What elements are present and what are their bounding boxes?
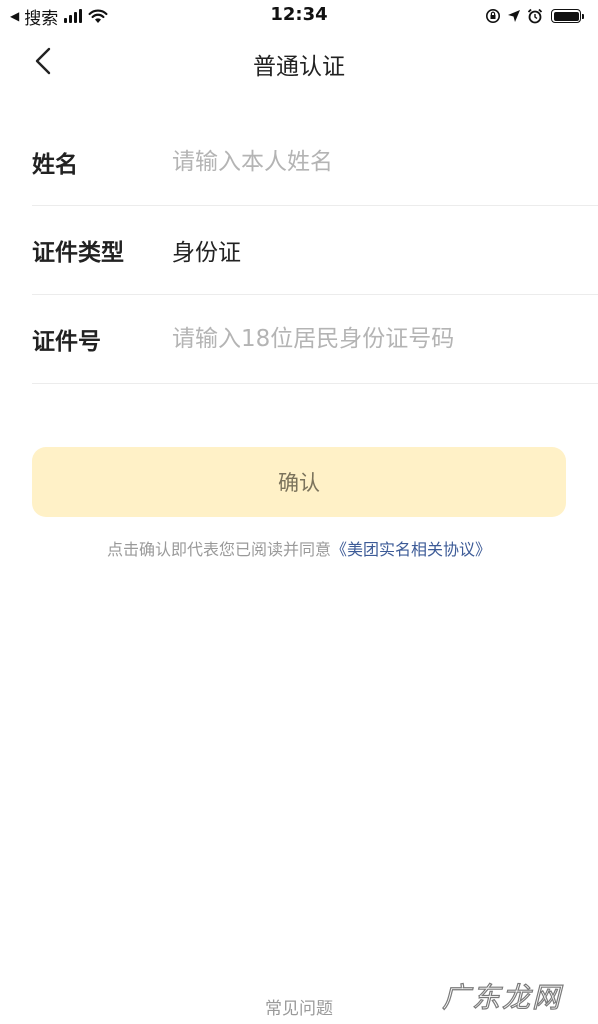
- id-number-label: 证件号: [32, 329, 101, 355]
- status-bar: ◀ 搜索 12:34: [0, 0, 598, 32]
- orientation-lock-icon: [486, 9, 500, 23]
- confirm-button[interactable]: 确认: [32, 447, 566, 517]
- battery-icon: [551, 9, 584, 23]
- id-number-row: 证件号: [32, 295, 598, 384]
- agreement-prefix: 点击确认即代表您已阅读并同意: [106, 540, 331, 559]
- verification-form: 姓名 证件类型 身份证 证件号: [32, 118, 598, 384]
- page-title: 普通认证: [253, 54, 345, 80]
- name-input[interactable]: [172, 141, 598, 182]
- name-label: 姓名: [32, 151, 78, 178]
- agreement-link[interactable]: 《美团实名相关协议》: [331, 540, 491, 559]
- watermark-logo: 广东龙网: [441, 980, 562, 1014]
- status-right: [479, 6, 584, 26]
- id-type-value[interactable]: 身份证: [172, 233, 598, 267]
- agreement-text: 点击确认即代表您已阅读并同意《美团实名相关协议》: [0, 536, 598, 560]
- id-type-row[interactable]: 证件类型 身份证: [32, 206, 598, 295]
- name-row: 姓名: [32, 118, 598, 206]
- nav-bar: 普通认证: [0, 36, 598, 86]
- alarm-icon: [527, 8, 543, 24]
- location-arrow-icon: [508, 10, 520, 22]
- id-number-input[interactable]: [172, 319, 598, 359]
- id-type-label: 证件类型: [32, 240, 124, 266]
